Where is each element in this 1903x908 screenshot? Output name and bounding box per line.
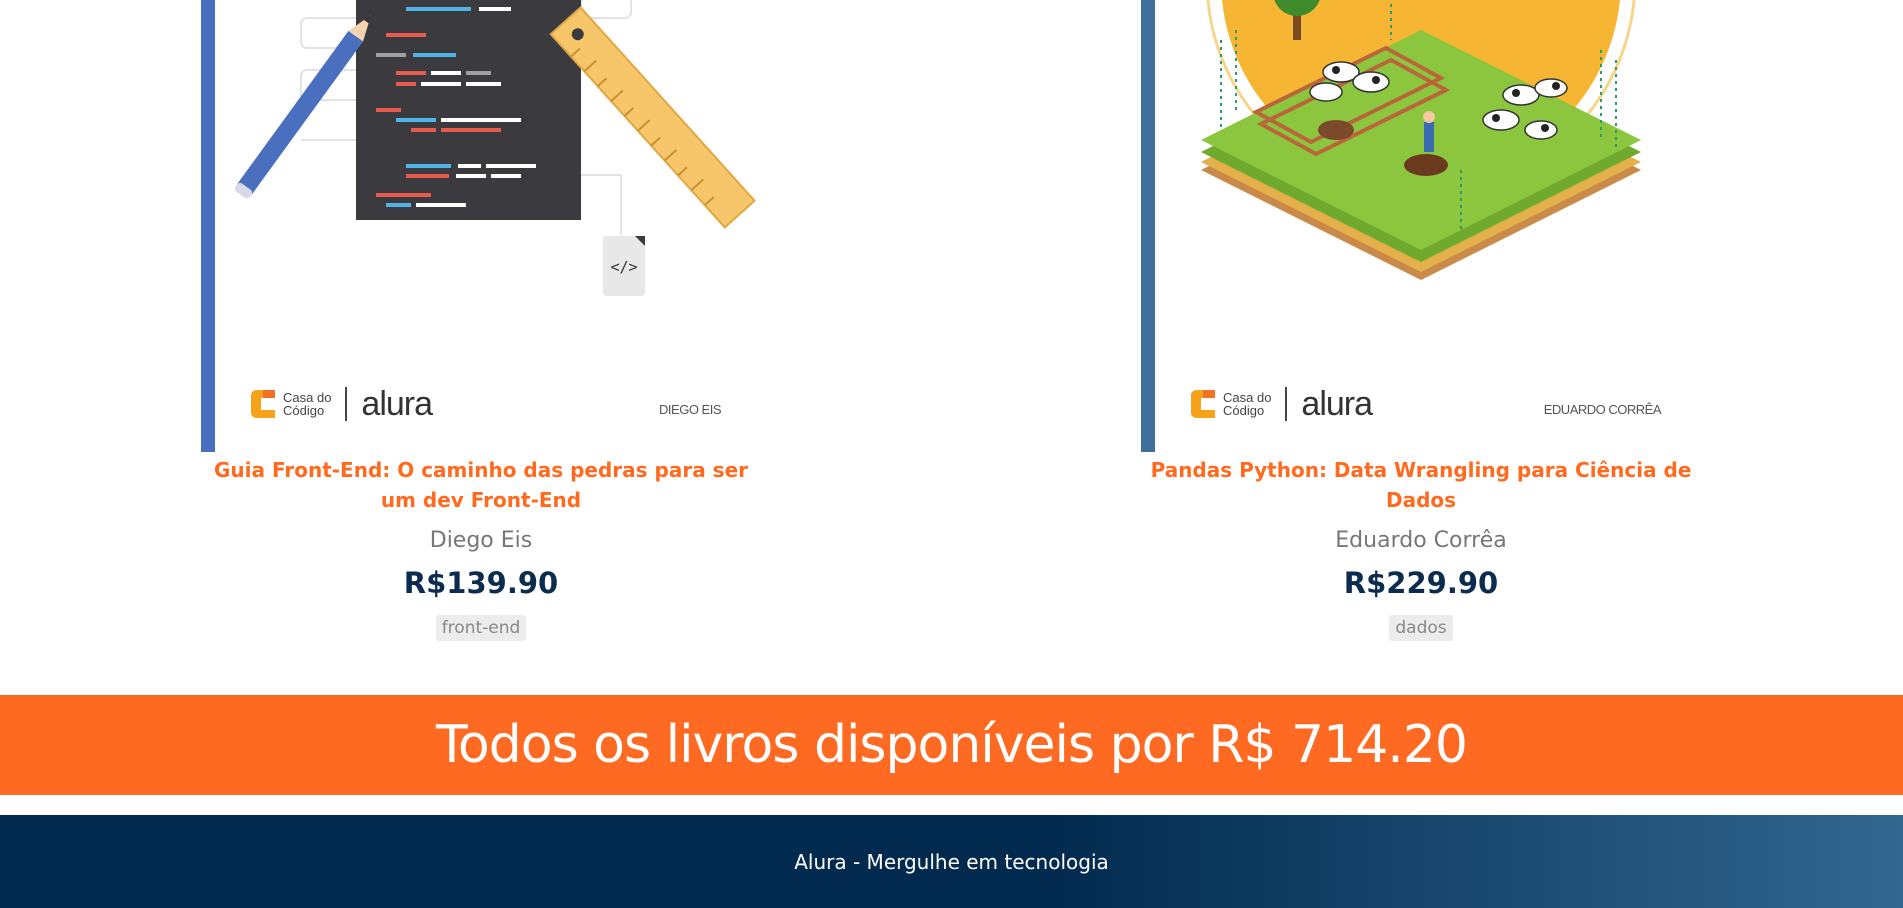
book-cover[interactable]: Casa do Código alura EDUARDO CORRÊA [1141, 0, 1701, 452]
brand-divider [1285, 387, 1288, 421]
book-author: Diego Eis [429, 528, 533, 553]
svg-text:</>: </> [610, 258, 637, 276]
footer-text: Alura - Mergulhe em tecnologia [794, 849, 1109, 874]
cover-author: EDUARDO CORRÊA [1543, 402, 1662, 417]
book-tag[interactable]: front-end [435, 615, 527, 641]
frontend-illustration: </> [234, 0, 756, 296]
book-title[interactable]: Pandas Python: Data Wrangling para Ciênc… [1141, 455, 1701, 515]
cover-author: DIEGO EIS [659, 402, 721, 417]
casa-do-codigo-logo [251, 390, 275, 418]
book-card[interactable]: Casa do Código alura EDUARDO CORRÊA Pand… [1141, 0, 1701, 641]
book-price: R$139.90 [403, 566, 559, 600]
book-cover[interactable]: </> Casa do Código alura DIEGO EIS [201, 0, 761, 452]
book-tag[interactable]: dados [1389, 615, 1453, 641]
alura-logo-text: alura [1301, 384, 1373, 423]
alura-logo-text: alura [361, 384, 433, 423]
book-card[interactable]: </> Casa do Código alura DIEGO EIS Guia … [201, 0, 761, 641]
casa-do-codigo-label: Casa do Código [1223, 390, 1272, 418]
book-price: R$229.90 [1343, 566, 1499, 600]
book-author: Eduardo Corrêa [1335, 528, 1507, 553]
total-price-text: Todos os livros disponíveis por R$ 714.2… [436, 715, 1468, 775]
casa-do-codigo-label: Casa do Código [283, 390, 332, 418]
book-title[interactable]: Guia Front-End: O caminho das pedras par… [201, 455, 761, 515]
cover-brand: Casa do Código alura [249, 382, 433, 426]
brand-divider [345, 387, 348, 421]
total-price-banner: Todos os livros disponíveis por R$ 714.2… [0, 695, 1903, 795]
casa-do-codigo-logo [1191, 390, 1215, 418]
cover-brand: Casa do Código alura [1189, 382, 1373, 426]
footer: Alura - Mergulhe em tecnologia [0, 815, 1903, 908]
farm-illustration [1201, 0, 1641, 280]
